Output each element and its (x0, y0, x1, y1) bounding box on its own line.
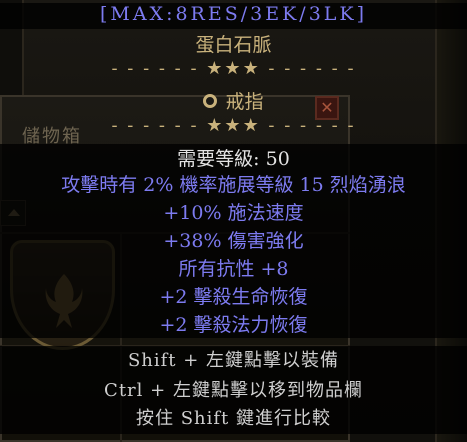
hint-compare: 按住 Shift 鍵進行比較 (0, 404, 467, 434)
stars-divider-top: - - - - - - ★★★ - - - - - - (111, 58, 356, 79)
stars-divider-bottom: - - - - - - ★★★ - - - - - - (111, 115, 356, 136)
mod-line: +10% 施法速度 (0, 198, 467, 226)
tooltip-header: [MAX:8RES/3EK/3LK] (0, 3, 467, 29)
item-name: 蛋白石脈 (195, 34, 272, 56)
required-level-value: 50 (265, 148, 290, 170)
required-level-label: 需要等級: (177, 148, 260, 170)
mod-line: 所有抗性 +8 (0, 254, 467, 282)
hint-equip: Shift + 左鍵點擊以裝備 (0, 346, 467, 376)
item-tooltip: [MAX:8RES/3EK/3LK] 蛋白石脈 - - - - - - ★★★ … (0, 0, 467, 442)
required-level: 需要等級: 50 (0, 144, 467, 170)
mod-line: +2 擊殺法力恢復 (0, 310, 467, 338)
hint-move-to-inventory: Ctrl + 左鍵點擊以移到物品欄 (0, 376, 467, 404)
item-type-row: 戒指 (0, 87, 467, 114)
mod-line: +38% 傷害強化 (0, 226, 467, 254)
mod-line: 攻擊時有 2% 機率施展等級 15 烈焰湧浪 (0, 170, 467, 198)
item-type: 戒指 (225, 91, 264, 113)
ring-icon (203, 94, 218, 108)
mod-line: +2 擊殺生命恢復 (0, 282, 467, 310)
